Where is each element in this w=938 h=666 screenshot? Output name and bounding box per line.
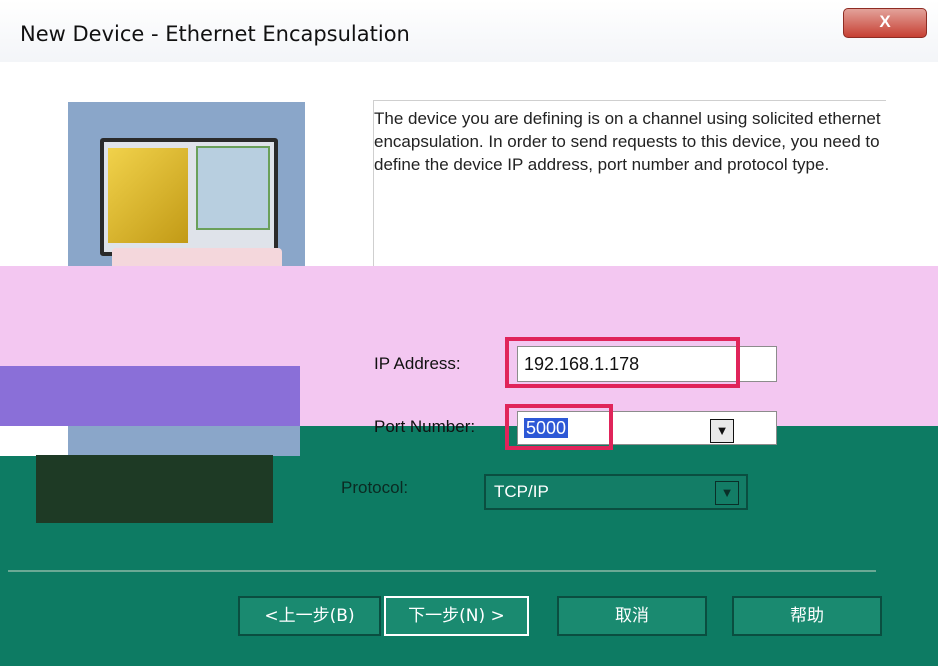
close-button[interactable]: X	[843, 8, 927, 38]
protocol-label: Protocol:	[341, 478, 409, 497]
description-text: The device you are defining is on a chan…	[374, 109, 881, 174]
monitor-icon	[100, 138, 278, 256]
help-button[interactable]: 帮助	[732, 596, 882, 636]
button-separator	[8, 570, 876, 572]
protocol-dropdown-arrow-icon[interactable]: ▼	[715, 481, 739, 505]
title-bar: New Device - Ethernet Encapsulation X	[0, 0, 938, 62]
ip-highlight	[505, 337, 740, 388]
plc-illustration	[0, 366, 300, 426]
cancel-button[interactable]: 取消	[557, 596, 707, 636]
screen-window-icon	[196, 146, 270, 230]
description-box: The device you are defining is on a chan…	[373, 100, 886, 271]
port-highlight	[505, 404, 613, 450]
protocol-select[interactable]: TCP/IP	[484, 474, 748, 510]
ip-address-label: IP Address:	[374, 354, 461, 373]
screen-chart-icon	[108, 148, 188, 243]
window-title: New Device - Ethernet Encapsulation	[20, 22, 410, 46]
corruption-band	[0, 266, 938, 366]
next-button[interactable]: 下一步(N) >	[384, 596, 529, 636]
port-number-label: Port Number:	[374, 417, 476, 436]
back-button[interactable]: <上一步(B)	[238, 596, 381, 636]
port-dropdown-arrow-icon[interactable]: ▼	[710, 419, 734, 443]
illustration-frame	[36, 455, 273, 523]
